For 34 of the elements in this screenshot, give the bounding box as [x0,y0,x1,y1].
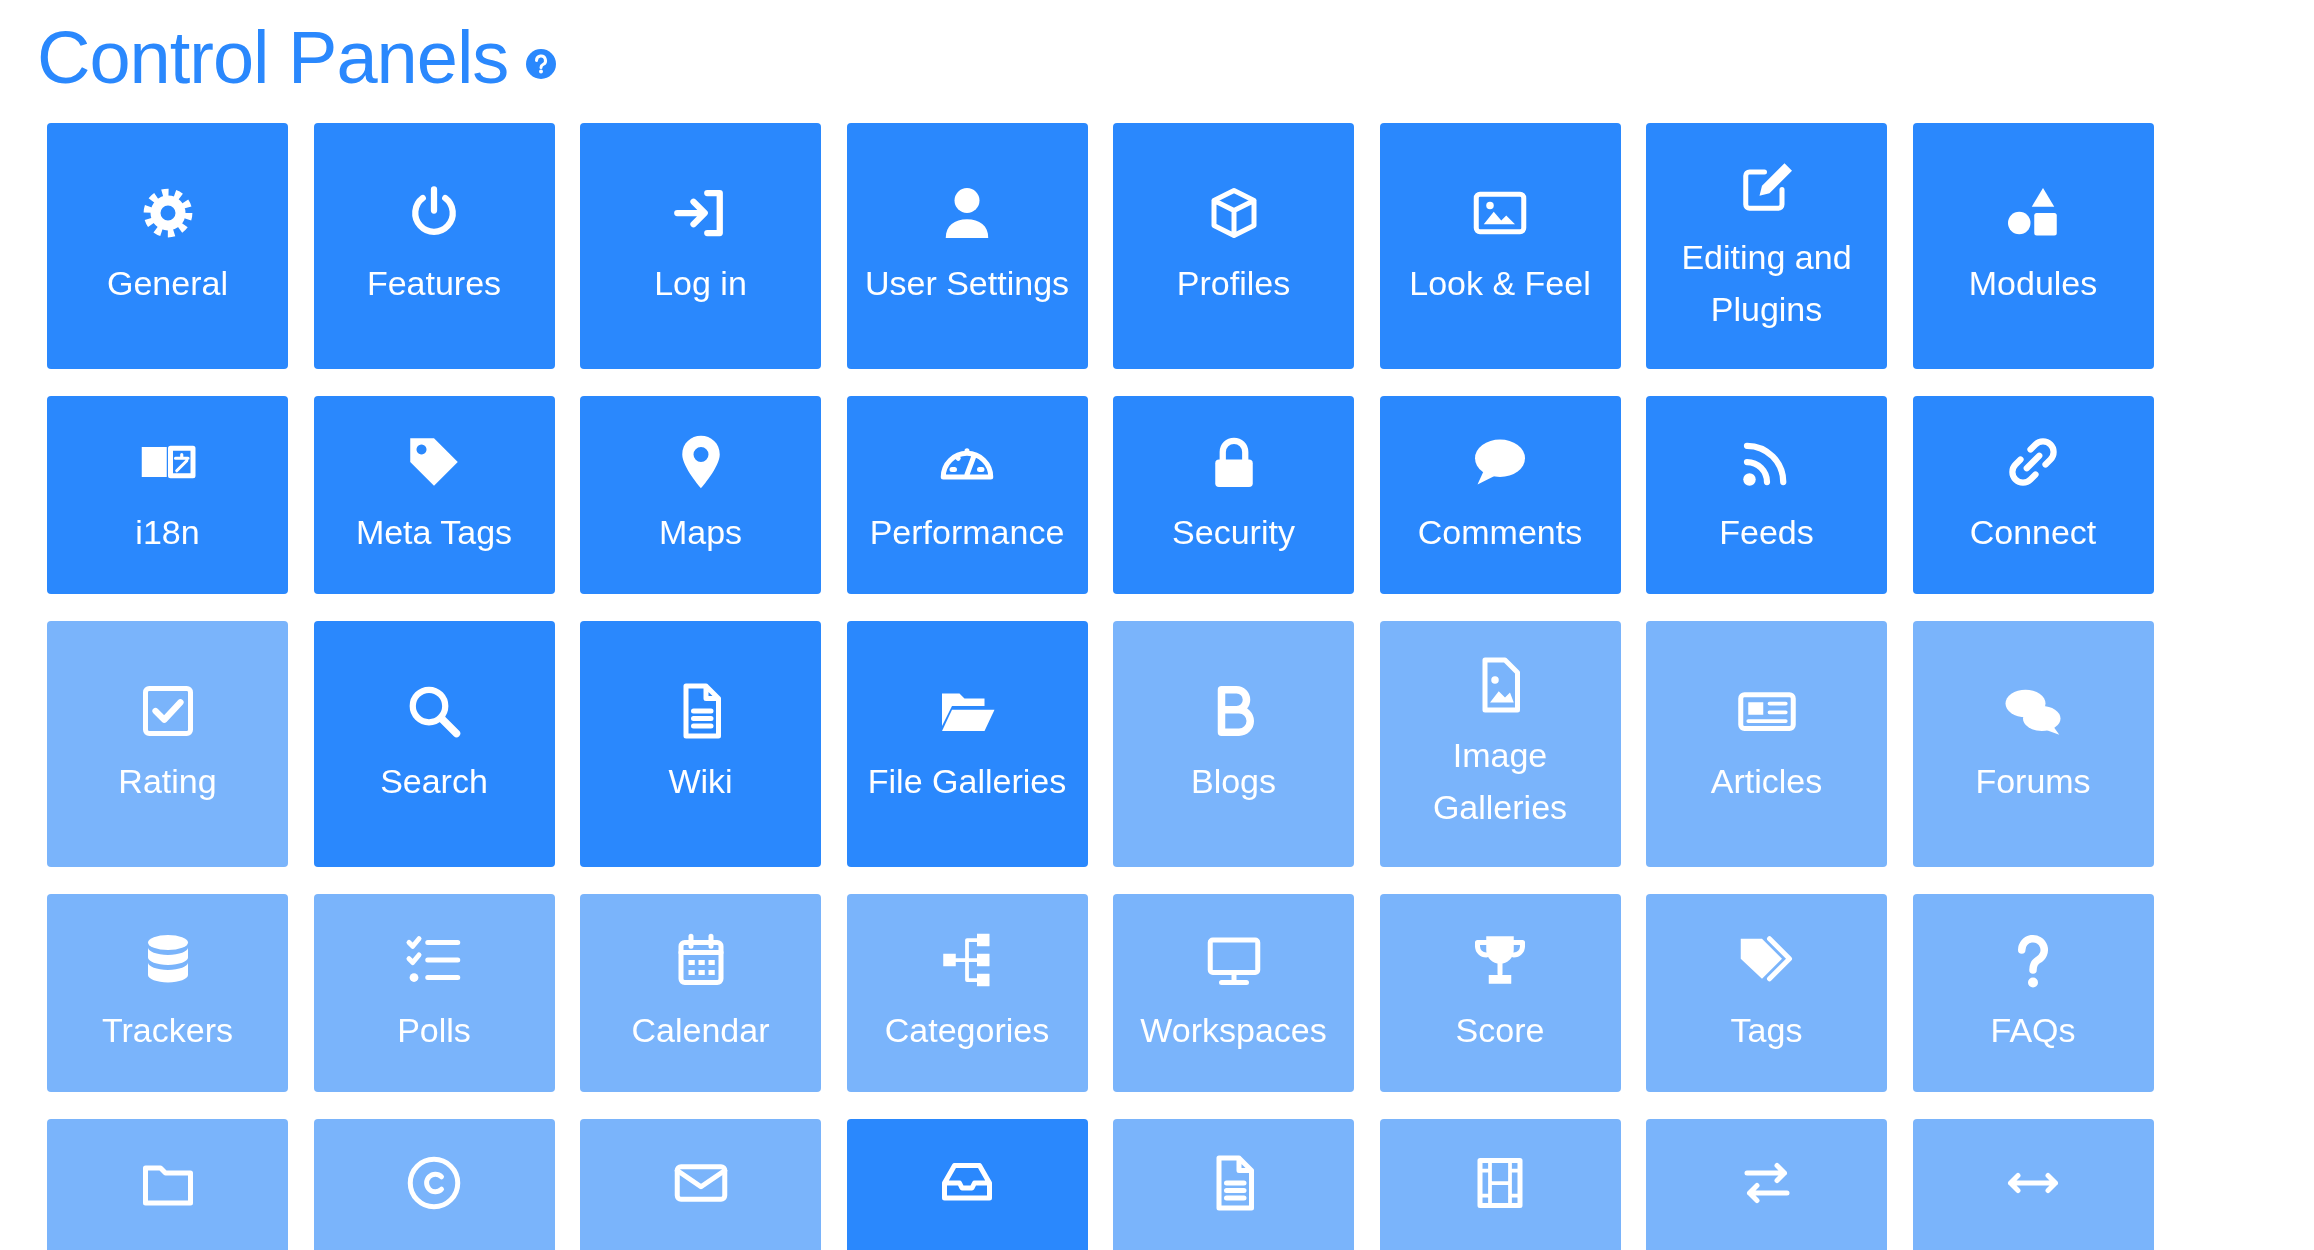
control-panel-tile[interactable]: i18n [47,395,288,594]
control-panel-tile[interactable]: Editing and Plugins [1646,122,1887,369]
control-panel-tile[interactable]: Look & Feel [1379,122,1621,369]
control-panel-tile[interactable]: File Galleries [846,620,1088,867]
control-panel-tile[interactable]: Profiles [1113,122,1354,369]
control-panel-tile[interactable]: Search [313,620,555,867]
control-panel-tile[interactable]: Comments [1379,395,1621,594]
control-panel-tile[interactable]: Maps [580,395,821,594]
control-panel-tile[interactable]: Rating [47,620,288,867]
control-panel-tile[interactable]: Features [313,122,555,369]
control-panel-tile[interactable]: Connect [1912,395,2154,594]
control-panel-tile[interactable]: Blogs [1113,620,1354,867]
control-panel-tile[interactable]: Forums [1912,620,2154,867]
control-panel-tile[interactable]: User Settings [846,122,1088,369]
help-icon[interactable] [526,49,557,80]
control-panel-tile[interactable]: Trackers [47,893,288,1092]
control-panel-tile[interactable]: General [47,122,288,369]
control-panel-tile[interactable]: Meta Tags [313,395,555,594]
control-panel-tile[interactable]: Categories [846,893,1088,1092]
page-title: Control Panels [37,15,509,101]
control-panel-tile[interactable]: Score [1379,893,1621,1092]
control-panel-tile[interactable]: Log in [580,122,821,369]
control-panel-tile[interactable]: Image Galleries [1379,620,1621,867]
control-panel-tile[interactable]: Performance [846,395,1088,594]
control-panel-tile[interactable]: FAQs [1912,893,2154,1092]
control-panel-tile[interactable]: Articles [1646,620,1887,867]
control-panel-tile[interactable]: Polls [313,893,555,1092]
control-panel-tile[interactable]: Security [1113,395,1354,594]
control-panel-tile[interactable]: Modules [1912,122,2154,369]
control-panel-tile[interactable]: Wiki [580,620,821,867]
control-panel-tile[interactable]: Feeds [1646,395,1887,594]
control-panel-tile[interactable]: Tags [1646,893,1887,1092]
control-panel-tile[interactable]: Workspaces [1113,893,1354,1092]
control-panel-tile[interactable]: Calendar [580,893,821,1092]
